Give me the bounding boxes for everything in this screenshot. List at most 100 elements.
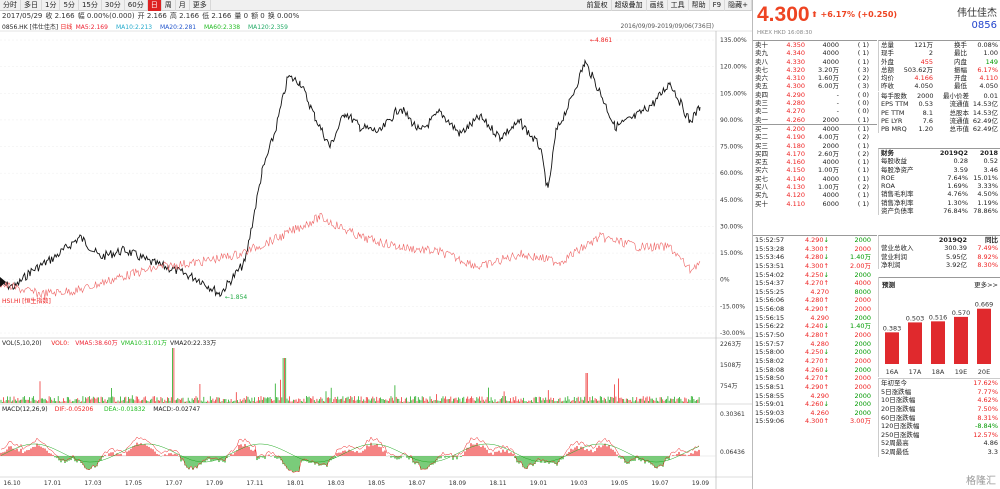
bid-count: ( 2) xyxy=(857,149,869,158)
tick-list[interactable]: 15:52:57 4.290↓ 2000 15:53:28 4.300↑ 2000 15:5… xyxy=(753,235,877,426)
ask-row[interactable]: 卖四 4.290 - ( 0) xyxy=(753,91,877,99)
ask-count: ( 0) xyxy=(857,107,869,116)
perf-value: 12.57% xyxy=(973,430,998,439)
period-tab-5[interactable]: 30分 xyxy=(102,0,125,11)
toolbar-button-3[interactable]: 工具 xyxy=(668,0,689,11)
bid-row[interactable]: 买二 4.190 4.00万 ( 2) xyxy=(753,133,877,141)
low-price-label: ←1.854 xyxy=(225,294,247,301)
toolbar-button-4[interactable]: 帮助 xyxy=(689,0,710,11)
tick-price: 4.280↑ xyxy=(789,296,829,305)
tick-price: 4.280 xyxy=(789,340,829,349)
perf-label: 5日涨跌幅 xyxy=(881,387,912,396)
tick-price: 4.260 xyxy=(789,409,829,418)
period-tab-7[interactable]: 日 xyxy=(147,0,162,11)
x-axis-label: 18.11 xyxy=(489,480,506,487)
ask-row[interactable]: 卖十 4.350 4000( 1) xyxy=(753,41,877,49)
tick-price-text: 4.260 xyxy=(810,408,829,417)
ask-row[interactable]: 卖五 4.300 6.00万 ( 3) xyxy=(753,82,877,90)
forecast-value: 0.516 xyxy=(929,313,948,321)
tick-row: 15:56:22 4.240↓ 1.40万 xyxy=(753,322,877,331)
indicator-cell: 62.49亿 xyxy=(972,125,998,134)
period-tab-3[interactable]: 5分 xyxy=(60,0,79,11)
ask-row[interactable]: 卖六 4.310 1.60万 ( 2) xyxy=(753,74,877,82)
period-tab-2[interactable]: 1分 xyxy=(42,0,61,11)
bid-row[interactable]: 买五 4.160 4000( 1) xyxy=(753,158,877,166)
period-tab-0[interactable]: 分时 xyxy=(0,0,21,11)
x-axis-label: 17.01 xyxy=(44,480,61,487)
macd-legend-3: MACD:-0.02747 xyxy=(153,406,200,413)
stock-name: 伟仕佳杰 xyxy=(957,8,997,19)
tick-volume: 2000 xyxy=(854,408,871,417)
ask-row[interactable]: 卖九 4.340 4000 ( 1) xyxy=(753,49,877,57)
x-axis-label: 16.10 xyxy=(3,480,20,487)
price-axis-label: 0% xyxy=(720,277,730,284)
forecast-bar xyxy=(977,308,991,364)
tick-time: 15:56:06 xyxy=(755,296,785,305)
price-axis-label: 120.00% xyxy=(720,64,747,71)
tick-row: 15:57:50 4.280↑ 2000 xyxy=(753,331,877,340)
tick-row: 15:58:50 4.270↑ 2000 xyxy=(753,374,877,383)
stat-cell: 振幅 xyxy=(954,65,967,74)
toolbar-button-2[interactable]: 画线 xyxy=(647,0,668,11)
ask-price: 4.260 xyxy=(786,115,805,124)
forecast-more-link[interactable]: 更多>> xyxy=(974,279,998,289)
bid-row[interactable]: 买六 4.150 1.00万 ( 1) xyxy=(753,166,877,174)
tick-price: 4.250↓ xyxy=(789,348,829,357)
income-summary: 2019Q2 同比 营业总收入 300.39 7.49% 营业利润 5.95亿 8.92% 净利… xyxy=(878,235,1000,270)
tick-volume: 2000 xyxy=(854,296,871,305)
toolbar-button-6[interactable]: 隐藏+ xyxy=(725,0,752,11)
toolbar-button-0[interactable]: 前复权 xyxy=(584,0,612,11)
ask-label: 卖九 xyxy=(755,49,768,58)
stat-row: 总额 503.62万 振幅 6.17% xyxy=(879,66,1000,74)
income-row: 营业利润 5.95亿 8.92% xyxy=(879,253,1000,261)
stock-code[interactable]: 0856 xyxy=(972,20,997,31)
tick-row: 15:58:00 4.250↓ 2000 xyxy=(753,348,877,357)
indicator-cell: 总股本 xyxy=(949,108,970,117)
bid-count: ( 1) xyxy=(857,124,869,133)
period-tab-6[interactable]: 60分 xyxy=(125,0,148,11)
period-tab-8[interactable]: 周 xyxy=(162,0,176,11)
bid-row[interactable]: 买八 4.130 1.00万( 2) xyxy=(753,183,877,191)
tick-volume: 2000 xyxy=(854,348,871,357)
income-row: 净利润 3.92亿 8.30% xyxy=(879,261,1000,269)
tick-price-text: 4.290 xyxy=(804,382,824,391)
ask-count: ( 1) xyxy=(857,115,869,124)
perf-value: 7.77% xyxy=(977,387,998,396)
tick-price-text: 4.270 xyxy=(804,356,824,365)
ask-row[interactable]: 卖八 4.330 4000 ( 1) xyxy=(753,58,877,66)
forecast-category: 16A xyxy=(886,368,899,376)
period-tab-1[interactable]: 多日 xyxy=(21,0,42,11)
tick-volume: 2000 xyxy=(854,331,871,340)
x-axis-label: 17.03 xyxy=(84,480,101,487)
kline-chart[interactable]: 0856.HK [伟仕佳杰] 日线 MA5:2.169 MA10:2.213 MA20:… xyxy=(0,22,752,489)
date-range: 2016/09/09-2019/09/06(736日) xyxy=(621,23,714,30)
bid-row[interactable]: 买七 4.140 4000 ( 1) xyxy=(753,175,877,183)
tick-row: 15:58:02 4.270↑ 2000 xyxy=(753,357,877,366)
ask-row[interactable]: 卖三 4.280 - ( 0) xyxy=(753,99,877,107)
toolbar-button-1[interactable]: 超级叠加 xyxy=(612,0,647,11)
bid-row[interactable]: 买九 4.120 4000 ( 1) xyxy=(753,191,877,199)
perf-row: 60日涨跌幅 8.31% xyxy=(879,414,1000,423)
tick-price: 4.270↑ xyxy=(789,374,829,383)
toolbar-button-5[interactable]: F9 xyxy=(710,0,726,11)
ask-row[interactable]: 卖二 4.270 - ( 0) xyxy=(753,107,877,115)
bid-label: 买九 xyxy=(755,191,768,200)
bid-row[interactable]: 买一 4.200 4000 ( 1) xyxy=(753,125,877,133)
forecast-category: 18A xyxy=(932,368,945,376)
period-tab-4[interactable]: 15分 xyxy=(79,0,102,11)
period-tab-9[interactable]: 月 xyxy=(176,0,190,11)
ask-row[interactable]: 卖七 4.320 3.20万 ( 3) xyxy=(753,66,877,74)
stat-row: 现手 2 最比 1.00 xyxy=(879,49,1000,57)
bid-row[interactable]: 买十 4.110 6000 ( 1) xyxy=(753,200,877,208)
tick-price: 4.290↓ xyxy=(789,236,829,245)
price-axis-label: 30.00% xyxy=(720,223,743,230)
period-tab-10[interactable]: 更多 xyxy=(190,0,211,11)
ask-price: 4.290 xyxy=(786,90,805,99)
ask-row[interactable]: 卖一 4.260 2000 ( 1) xyxy=(753,116,877,124)
price-axis-label: 60.00% xyxy=(720,170,743,177)
bid-row[interactable]: 买四 4.170 2.60万 ( 2) xyxy=(753,150,877,158)
tick-volume: 4000 xyxy=(854,279,871,288)
finance-cell: 78.86% xyxy=(973,207,998,216)
bid-row[interactable]: 买三 4.180 2000 ( 1) xyxy=(753,142,877,150)
finance-cell: 3.59 xyxy=(953,165,968,174)
